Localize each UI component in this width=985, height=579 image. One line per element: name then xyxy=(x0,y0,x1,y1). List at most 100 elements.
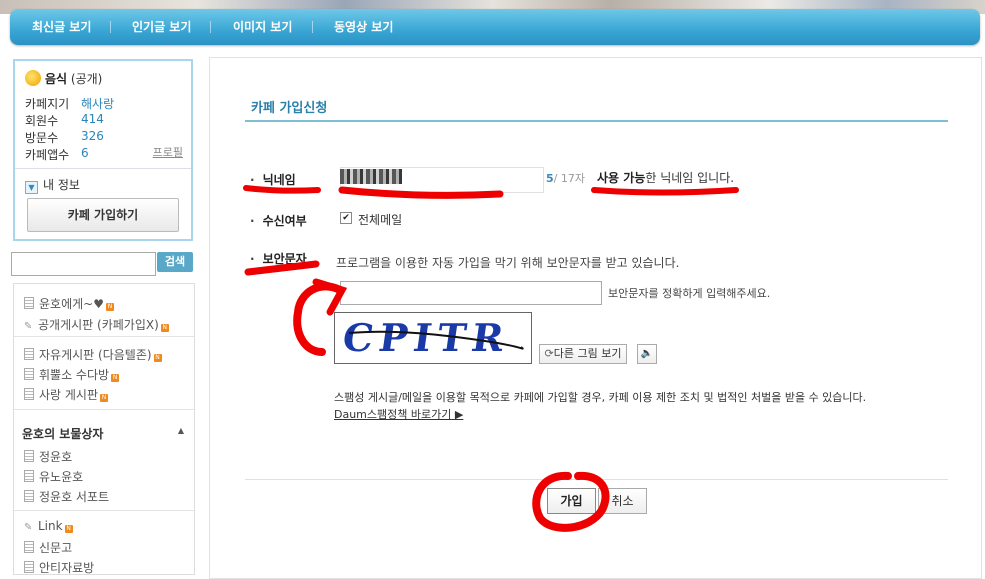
new-badge-icon: N xyxy=(100,394,109,402)
nickname-label: · 닉네임 xyxy=(250,173,296,187)
sidebar-menu: 윤호에게~♥ N ✎ 공개게시판 (카페가입X) N 자유게시판 (다음텔존) N 휘뿔… xyxy=(13,283,195,575)
nav-separator xyxy=(110,21,111,33)
board-icon xyxy=(24,388,34,400)
menu-item-label: 휘뿔소 수다방 xyxy=(39,368,110,382)
board-icon xyxy=(24,368,34,380)
all-mail-checkbox[interactable]: ✔ xyxy=(340,212,352,224)
title-underline xyxy=(245,120,948,122)
apps-value[interactable]: 6 xyxy=(81,146,89,160)
menu-item-label: 정윤호 xyxy=(39,450,73,464)
menu-item[interactable]: 휘뿔소 수다방 N xyxy=(24,366,120,383)
cafe-category-name[interactable]: 음식 xyxy=(45,72,67,86)
members-value[interactable]: 414 xyxy=(81,112,104,126)
refresh-captcha-button[interactable]: ⟳다른 그림 보기 xyxy=(539,344,627,364)
menu-item[interactable]: 사랑 게시판 N xyxy=(24,386,109,403)
my-info-label: 내 정보 xyxy=(43,178,80,192)
nickname-length-current: 5 xyxy=(546,172,554,185)
menu-item[interactable]: 신문고 xyxy=(24,539,72,556)
menu-section-title[interactable]: 윤호의 보물상자 xyxy=(22,425,103,442)
new-badge-icon: N xyxy=(105,303,114,311)
nav-videos[interactable]: 동영상 보기 xyxy=(334,9,393,45)
nickname-length-counter: 5/ 17자 xyxy=(546,170,585,186)
all-mail-label[interactable]: 전체메일 xyxy=(358,211,402,228)
board-icon xyxy=(24,450,34,462)
pencil-icon: ✎ xyxy=(24,522,33,533)
spam-warning: 스팸성 게시글/메일을 이용할 목적으로 카페에 가입할 경우, 카페 이용 제… xyxy=(334,391,867,404)
board-icon xyxy=(24,561,34,573)
join-form-panel: 카페 가입신청 · 닉네임 5/ 17자 사용 가능한 닉네임 입니다. · 수신여… xyxy=(209,57,982,579)
cafe-visibility: (공개) xyxy=(70,72,103,86)
divider xyxy=(15,168,191,169)
menu-item-label: 신문고 xyxy=(39,541,73,555)
nav-popular-posts[interactable]: 인기글 보기 xyxy=(132,9,191,45)
menu-divider xyxy=(14,336,194,337)
audio-captcha-button[interactable]: 🔈 xyxy=(637,344,657,364)
receive-label: · 수신여부 xyxy=(250,214,307,228)
captcha-hint: 보안문자를 정확하게 입력해주세요. xyxy=(608,287,771,300)
nickname-availability: 사용 가능한 닉네임 입니다. xyxy=(597,169,734,186)
cafe-category: 음식 (공개) xyxy=(25,70,102,87)
captcha-image: CPITR xyxy=(334,312,532,364)
food-icon xyxy=(25,70,41,86)
collapse-arrow-icon[interactable]: ▲ xyxy=(178,426,184,435)
nav-images[interactable]: 이미지 보기 xyxy=(233,9,292,45)
apps-label: 카페앱수 xyxy=(25,148,70,162)
profile-link[interactable]: 프로필 xyxy=(153,144,183,160)
board-icon xyxy=(24,297,34,309)
receive-label-text: 수신여부 xyxy=(262,214,307,228)
menu-item[interactable]: ✎ Link N xyxy=(24,519,73,533)
board-icon xyxy=(24,470,34,482)
menu-item[interactable]: 자유게시판 (다음텔존) N xyxy=(24,346,162,363)
search-button[interactable]: 검색 xyxy=(157,252,193,272)
expand-icon: ▼ xyxy=(25,181,38,194)
menu-item-label: 사랑 게시판 xyxy=(39,388,99,402)
captcha-input[interactable] xyxy=(340,281,602,305)
refresh-captcha-label: 다른 그림 보기 xyxy=(553,347,622,360)
nav-latest-posts[interactable]: 최신글 보기 xyxy=(32,9,91,45)
menu-item[interactable]: 유노윤호 xyxy=(24,468,83,485)
pencil-icon: ✎ xyxy=(24,321,33,332)
members-label: 회원수 xyxy=(25,114,59,128)
menu-item-label: 공개게시판 (카페가입X) xyxy=(38,318,159,332)
nickname-length-max: / 17자 xyxy=(553,172,585,185)
menu-item[interactable]: 윤호에게~♥ N xyxy=(24,295,114,312)
form-bottom-divider xyxy=(245,479,948,480)
menu-item[interactable]: ✎ 공개게시판 (카페가입X) N xyxy=(24,316,169,333)
menu-divider xyxy=(14,409,194,410)
menu-item[interactable]: 안티자료방 xyxy=(24,559,94,576)
menu-item-label: 윤호에게~♥ xyxy=(39,297,104,311)
nav-separator xyxy=(312,21,313,33)
menu-item-label: 안티자료방 xyxy=(39,561,95,575)
top-navigation: 최신글 보기 인기글 보기 이미지 보기 동영상 보기 xyxy=(10,9,980,45)
my-info-toggle[interactable]: ▼ 내 정보 xyxy=(25,176,80,194)
board-icon xyxy=(24,541,34,553)
cafe-join-button[interactable]: 카페 가입하기 xyxy=(27,198,179,232)
cafe-manager-value[interactable]: 해사랑 xyxy=(81,95,114,112)
nickname-value-blurred xyxy=(340,169,402,184)
menu-divider xyxy=(14,510,194,511)
cafe-manager-label: 카페지기 xyxy=(25,97,70,111)
menu-item[interactable]: 정윤호 xyxy=(24,448,72,465)
spam-policy-link[interactable]: Daum스팸정책 바로가기 ▶ xyxy=(334,406,463,422)
play-arrow-icon: ▶ xyxy=(454,408,464,421)
menu-item-label: 자유게시판 (다음텔존) xyxy=(39,348,152,362)
availability-status: 사용 가능 xyxy=(597,171,646,185)
nickname-label-text: 닉네임 xyxy=(262,173,296,187)
menu-item[interactable]: 정윤호 서포트 xyxy=(24,488,109,505)
search-input[interactable] xyxy=(11,252,156,276)
join-button[interactable]: 가입 xyxy=(547,488,596,514)
board-icon xyxy=(24,348,34,360)
security-description: 프로그램을 이용한 자동 가입을 막기 위해 보안문자를 받고 있습니다. xyxy=(336,256,680,270)
availability-text: 한 닉네임 입니다. xyxy=(645,171,735,185)
refresh-icon: ⟳ xyxy=(544,347,554,360)
cancel-button[interactable]: 취소 xyxy=(598,488,647,514)
security-label-text: 보안문자 xyxy=(262,252,307,266)
new-badge-icon: N xyxy=(111,374,120,382)
menu-item-label: 유노윤호 xyxy=(39,470,84,484)
captcha-noise-line xyxy=(348,330,524,350)
new-badge-icon: N xyxy=(64,525,73,533)
menu-item-label: Link xyxy=(38,519,63,533)
new-badge-icon: N xyxy=(153,354,162,362)
speaker-icon: 🔈 xyxy=(640,348,654,359)
nav-separator xyxy=(210,21,211,33)
